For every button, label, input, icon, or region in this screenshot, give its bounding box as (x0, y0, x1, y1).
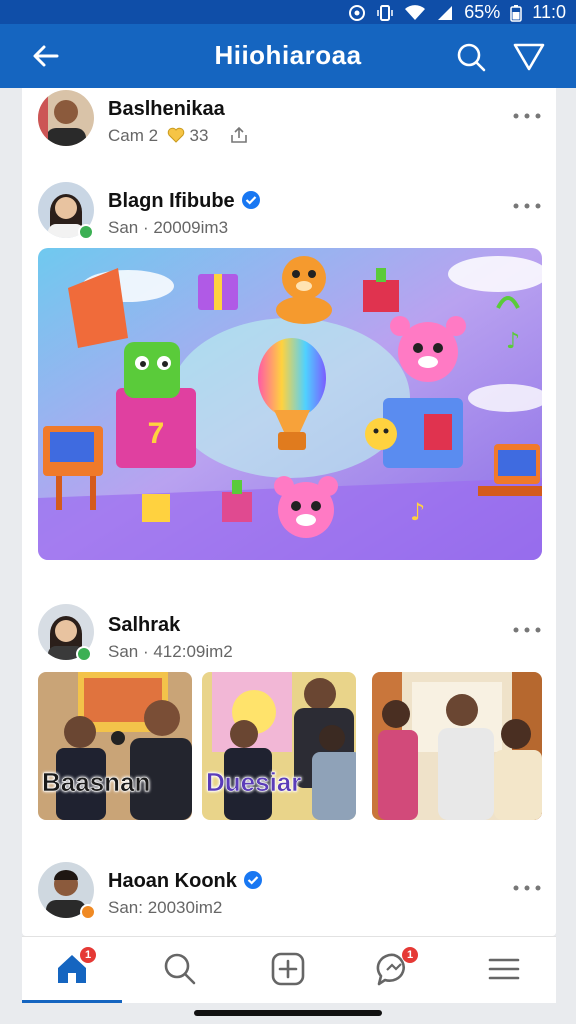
post-meta: Cam 2 33 (108, 126, 249, 146)
menu-icon (488, 958, 520, 980)
post-time: San: 20030im2 (108, 898, 223, 917)
more-options-icon[interactable] (512, 626, 542, 634)
author-name[interactable]: Blagn Ifibube (108, 190, 261, 213)
verified-badge-icon (241, 191, 260, 209)
signal-icon (438, 5, 453, 20)
wifi-icon (405, 4, 426, 20)
home-gesture-bar[interactable] (194, 1010, 382, 1016)
feed[interactable]: Baslhenikaa Cam 2 33 Blagn Ifibube San ·… (22, 88, 556, 936)
nav-menu[interactable] (486, 951, 522, 987)
online-status-icon (76, 646, 92, 662)
reaction-count: 33 (189, 126, 209, 145)
nav-home[interactable]: 1 (54, 947, 96, 987)
more-options-icon[interactable] (512, 112, 542, 120)
author-name[interactable]: Baslhenikaa (108, 98, 225, 121)
bottom-navigation: 1 1 (22, 936, 556, 1003)
notification-badge: 1 (80, 947, 96, 963)
post-time: San · 412:09im2 (108, 642, 233, 661)
nfc-icon (349, 4, 366, 21)
search-icon (164, 953, 196, 985)
share-icon[interactable] (229, 126, 249, 144)
author-name[interactable]: Haoan Koonk (108, 870, 263, 893)
post-time: San · 20009im3 (108, 218, 229, 237)
svg-text:♪: ♪ (410, 498, 425, 526)
post-image[interactable]: 7 ♪ ♪ (38, 248, 542, 560)
battery-icon (510, 4, 523, 22)
status-bar: 65% 11:0 (0, 0, 576, 24)
battery-level: 65% (464, 2, 501, 22)
add-post-icon (271, 952, 305, 986)
page-title: Hiiohiaroaa (214, 40, 362, 70)
verified-badge-icon (243, 871, 262, 889)
more-options-icon[interactable] (512, 202, 542, 210)
online-status-icon (80, 904, 96, 920)
post-photo[interactable] (372, 672, 542, 820)
active-tab-indicator (22, 1000, 122, 1003)
photo-caption: Duesiar (206, 767, 302, 798)
app-bar: Hiiohiaroaa (0, 24, 576, 88)
post-time: Cam 2 (108, 126, 159, 145)
filter-icon[interactable] (512, 42, 546, 72)
post-header: Blagn Ifibube San · 20009im3 (22, 182, 556, 252)
search-icon[interactable] (456, 42, 486, 72)
online-status-icon (78, 224, 94, 240)
vibrate-icon (377, 4, 394, 21)
post-header: Salhrak San · 412:09im2 (22, 604, 556, 674)
avatar[interactable] (38, 90, 94, 146)
svg-text:♪: ♪ (506, 329, 520, 354)
photo-caption: Baasnan (42, 767, 151, 798)
post-header: Haoan Koonk San: 20030im2 (22, 862, 556, 932)
nav-search[interactable] (162, 951, 198, 987)
svg-text:7: 7 (148, 417, 165, 450)
post-photo[interactable]: Baasnan (38, 672, 192, 820)
nav-messages[interactable]: 1 (376, 947, 418, 987)
notification-badge: 1 (402, 947, 418, 963)
post-photo[interactable]: Duesiar (202, 672, 356, 820)
more-options-icon[interactable] (512, 884, 542, 892)
author-name[interactable]: Salhrak (108, 614, 180, 637)
nav-create[interactable] (270, 951, 306, 987)
heart-icon[interactable] (167, 127, 185, 143)
post-header: Baslhenikaa Cam 2 33 (22, 90, 556, 160)
clock: 11:0 (532, 2, 566, 22)
